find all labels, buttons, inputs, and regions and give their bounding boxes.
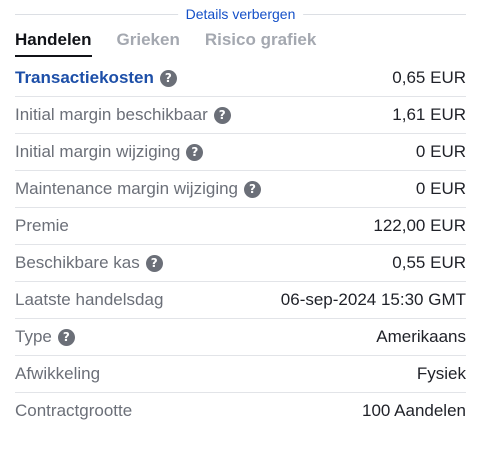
detail-label-group: Initial margin beschikbaar ? — [15, 105, 231, 125]
question-circle-icon[interactable]: ? — [186, 143, 204, 161]
detail-label: Initial margin beschikbaar — [15, 105, 208, 124]
detail-label-group: Initial margin wijziging ? — [15, 142, 204, 162]
detail-value: 06-sep-2024 15:30 GMT — [280, 290, 466, 309]
detail-label-group: Maintenance margin wijziging ? — [15, 179, 262, 199]
question-circle-icon[interactable]: ? — [244, 180, 262, 198]
detail-row-laatste-handelsdag: Laatste handelsdag 06-sep-2024 15:30 GMT — [15, 282, 466, 319]
detail-label: Contractgrootte — [15, 401, 133, 420]
detail-row-contractgrootte: Contractgrootte 100 Aandelen — [15, 393, 466, 429]
tab-risico-grafiek[interactable]: Risico grafiek — [205, 27, 317, 55]
question-circle-icon[interactable]: ? — [145, 254, 163, 272]
detail-row-initial-margin-wijziging: Initial margin wijziging ? 0 EUR — [15, 134, 466, 171]
detail-label: Afwikkeling — [15, 364, 101, 383]
question-circle-icon[interactable]: ? — [213, 106, 231, 124]
detail-value: Fysiek — [416, 364, 466, 383]
detail-label: Maintenance margin wijziging — [15, 179, 239, 198]
detail-value: Amerikaans — [376, 327, 466, 346]
question-circle-icon[interactable]: ? — [57, 328, 75, 346]
detail-row-premie: Premie 122,00 EUR — [15, 208, 466, 245]
detail-label: Premie — [15, 216, 69, 235]
detail-label: Laatste handelsdag — [15, 290, 164, 309]
detail-row-transactiekosten: Transactiekosten ? 0,65 EUR — [15, 60, 466, 97]
detail-value: 122,00 EUR — [373, 216, 466, 235]
detail-value: 0 EUR — [415, 142, 466, 161]
detail-label: Transactiekosten — [15, 68, 154, 87]
detail-row-initial-margin-beschikbaar: Initial margin beschikbaar ? 1,61 EUR — [15, 97, 466, 134]
details-toggle-row: Details verbergen — [15, 4, 466, 24]
detail-value: 100 Aandelen — [362, 401, 466, 420]
detail-row-type: Type ? Amerikaans — [15, 319, 466, 356]
tab-handelen[interactable]: Handelen — [15, 27, 92, 57]
detail-label-group: Beschikbare kas ? — [15, 253, 163, 273]
order-details-panel: Details verbergen Handelen Grieken Risic… — [15, 4, 466, 429]
detail-row-maintenance-margin-wijziging: Maintenance margin wijziging ? 0 EUR — [15, 171, 466, 208]
detail-label-group: Laatste handelsdag — [15, 290, 163, 310]
detail-value: 0,55 EUR — [392, 253, 466, 272]
detail-label-group: Premie — [15, 216, 69, 236]
detail-label-group: Contractgrootte — [15, 401, 132, 421]
detail-value: 0,65 EUR — [392, 68, 466, 87]
question-circle-icon[interactable]: ? — [159, 69, 177, 87]
detail-value: 1,61 EUR — [392, 105, 466, 124]
hide-details-link[interactable]: Details verbergen — [177, 5, 304, 23]
detail-label-group: Type ? — [15, 327, 75, 347]
detail-value: 0 EUR — [415, 179, 466, 198]
details-list: Transactiekosten ? 0,65 EUR Initial marg… — [15, 60, 466, 429]
detail-row-beschikbare-kas: Beschikbare kas ? 0,55 EUR — [15, 245, 466, 282]
detail-label-group: Afwikkeling — [15, 364, 100, 384]
detail-label: Beschikbare kas — [15, 253, 140, 272]
detail-row-afwikkeling: Afwikkeling Fysiek — [15, 356, 466, 393]
tab-grieken[interactable]: Grieken — [117, 27, 180, 55]
details-tabs: Handelen Grieken Risico grafiek — [15, 27, 466, 59]
detail-label-group: Transactiekosten ? — [15, 68, 177, 88]
detail-label: Initial margin wijziging — [15, 142, 181, 161]
detail-label: Type — [15, 327, 52, 346]
